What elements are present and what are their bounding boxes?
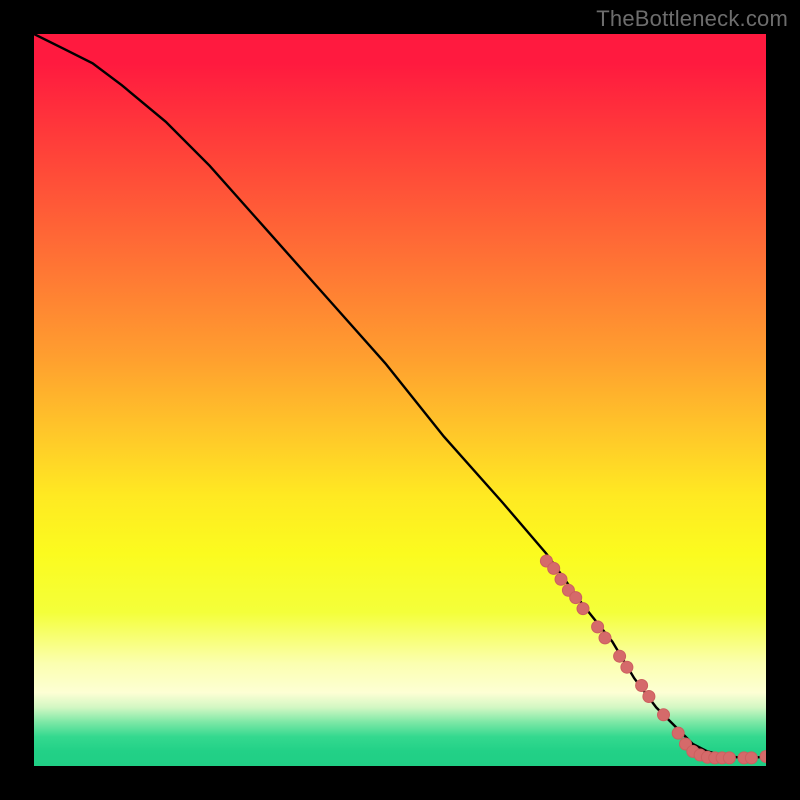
data-marker — [723, 752, 735, 764]
data-marker — [745, 752, 757, 764]
data-marker — [614, 650, 626, 662]
data-marker — [592, 621, 604, 633]
data-marker — [672, 727, 684, 739]
bottleneck-curve — [34, 34, 766, 758]
data-marker — [636, 680, 648, 692]
data-marker — [548, 562, 560, 574]
plot-area — [34, 34, 766, 766]
marker-group — [540, 555, 766, 764]
chart-frame: TheBottleneck.com — [0, 0, 800, 800]
data-marker — [599, 632, 611, 644]
data-marker — [621, 661, 633, 673]
data-marker — [555, 573, 567, 585]
data-marker — [577, 603, 589, 615]
data-marker — [570, 592, 582, 604]
watermark-text: TheBottleneck.com — [596, 6, 788, 32]
data-marker — [760, 751, 766, 763]
curve-layer — [34, 34, 766, 766]
data-marker — [658, 709, 670, 721]
data-marker — [643, 691, 655, 703]
